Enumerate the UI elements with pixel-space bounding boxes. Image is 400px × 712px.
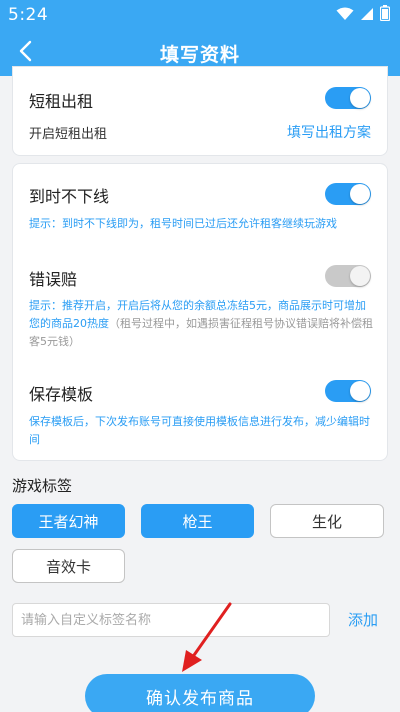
toggle-knob bbox=[350, 88, 370, 108]
offline-tip: 提示：到时不下线即为，租号时间已过后还允许租客继续玩游戏 bbox=[29, 217, 337, 230]
tag-shenghua[interactable]: 生化 bbox=[270, 504, 384, 538]
short-rent-toggle[interactable] bbox=[325, 87, 371, 109]
toggle-knob bbox=[350, 381, 370, 401]
toggle-knob bbox=[350, 266, 370, 286]
chevron-left-icon bbox=[18, 40, 32, 66]
signal-icon bbox=[360, 6, 374, 25]
page-title: 填写资料 bbox=[159, 43, 240, 66]
save-template-tip: 保存模板后，下次发布账号可直接使用模板信息进行发布，减少编辑时间 bbox=[29, 415, 370, 446]
status-time: 5:24 bbox=[8, 5, 49, 25]
short-rent-title: 短租出租 bbox=[29, 92, 94, 111]
wifi-icon bbox=[336, 6, 354, 25]
back-button[interactable] bbox=[8, 36, 42, 70]
status-bar: 5:24 bbox=[0, 0, 400, 30]
custom-tag-input[interactable] bbox=[12, 603, 330, 637]
error-comp-title: 错误赔 bbox=[29, 270, 78, 289]
toggle-knob bbox=[350, 184, 370, 204]
tag-wangzhe-huanshen[interactable]: 王者幻神 bbox=[12, 504, 125, 538]
save-template-title: 保存模板 bbox=[29, 385, 94, 404]
game-tags-label: 游戏标签 bbox=[12, 477, 73, 495]
short-rent-sub-label: 开启短租出租 bbox=[29, 127, 108, 142]
offline-title: 到时不下线 bbox=[29, 187, 110, 206]
tag-qiangwang[interactable]: 枪王 bbox=[141, 504, 254, 538]
add-tag-button[interactable]: 添加 bbox=[348, 609, 378, 630]
status-icons bbox=[336, 5, 391, 25]
offline-toggle[interactable] bbox=[325, 183, 371, 205]
settings-card: 到时不下线 提示：到时不下线即为，租号时间已过后还允许租客继续玩游戏 错误赔 提… bbox=[12, 163, 388, 461]
tag-yinxiaoka[interactable]: 音效卡 bbox=[12, 549, 125, 583]
fill-rent-plan-link[interactable]: 填写出租方案 bbox=[287, 122, 371, 142]
short-rent-card: 短租出租 开启短租出租 填写出租方案 bbox=[12, 66, 388, 156]
battery-icon bbox=[379, 5, 391, 25]
annotation-arrow-icon bbox=[178, 602, 234, 678]
error-comp-tip: 提示：推荐开启，开启后将从您的余额总冻结5元，商品展示时可增加您的商品20热度（… bbox=[29, 297, 375, 351]
save-template-toggle[interactable] bbox=[325, 380, 371, 402]
error-comp-toggle[interactable] bbox=[325, 265, 371, 287]
confirm-publish-button[interactable]: 确认发布商品 bbox=[85, 674, 315, 712]
